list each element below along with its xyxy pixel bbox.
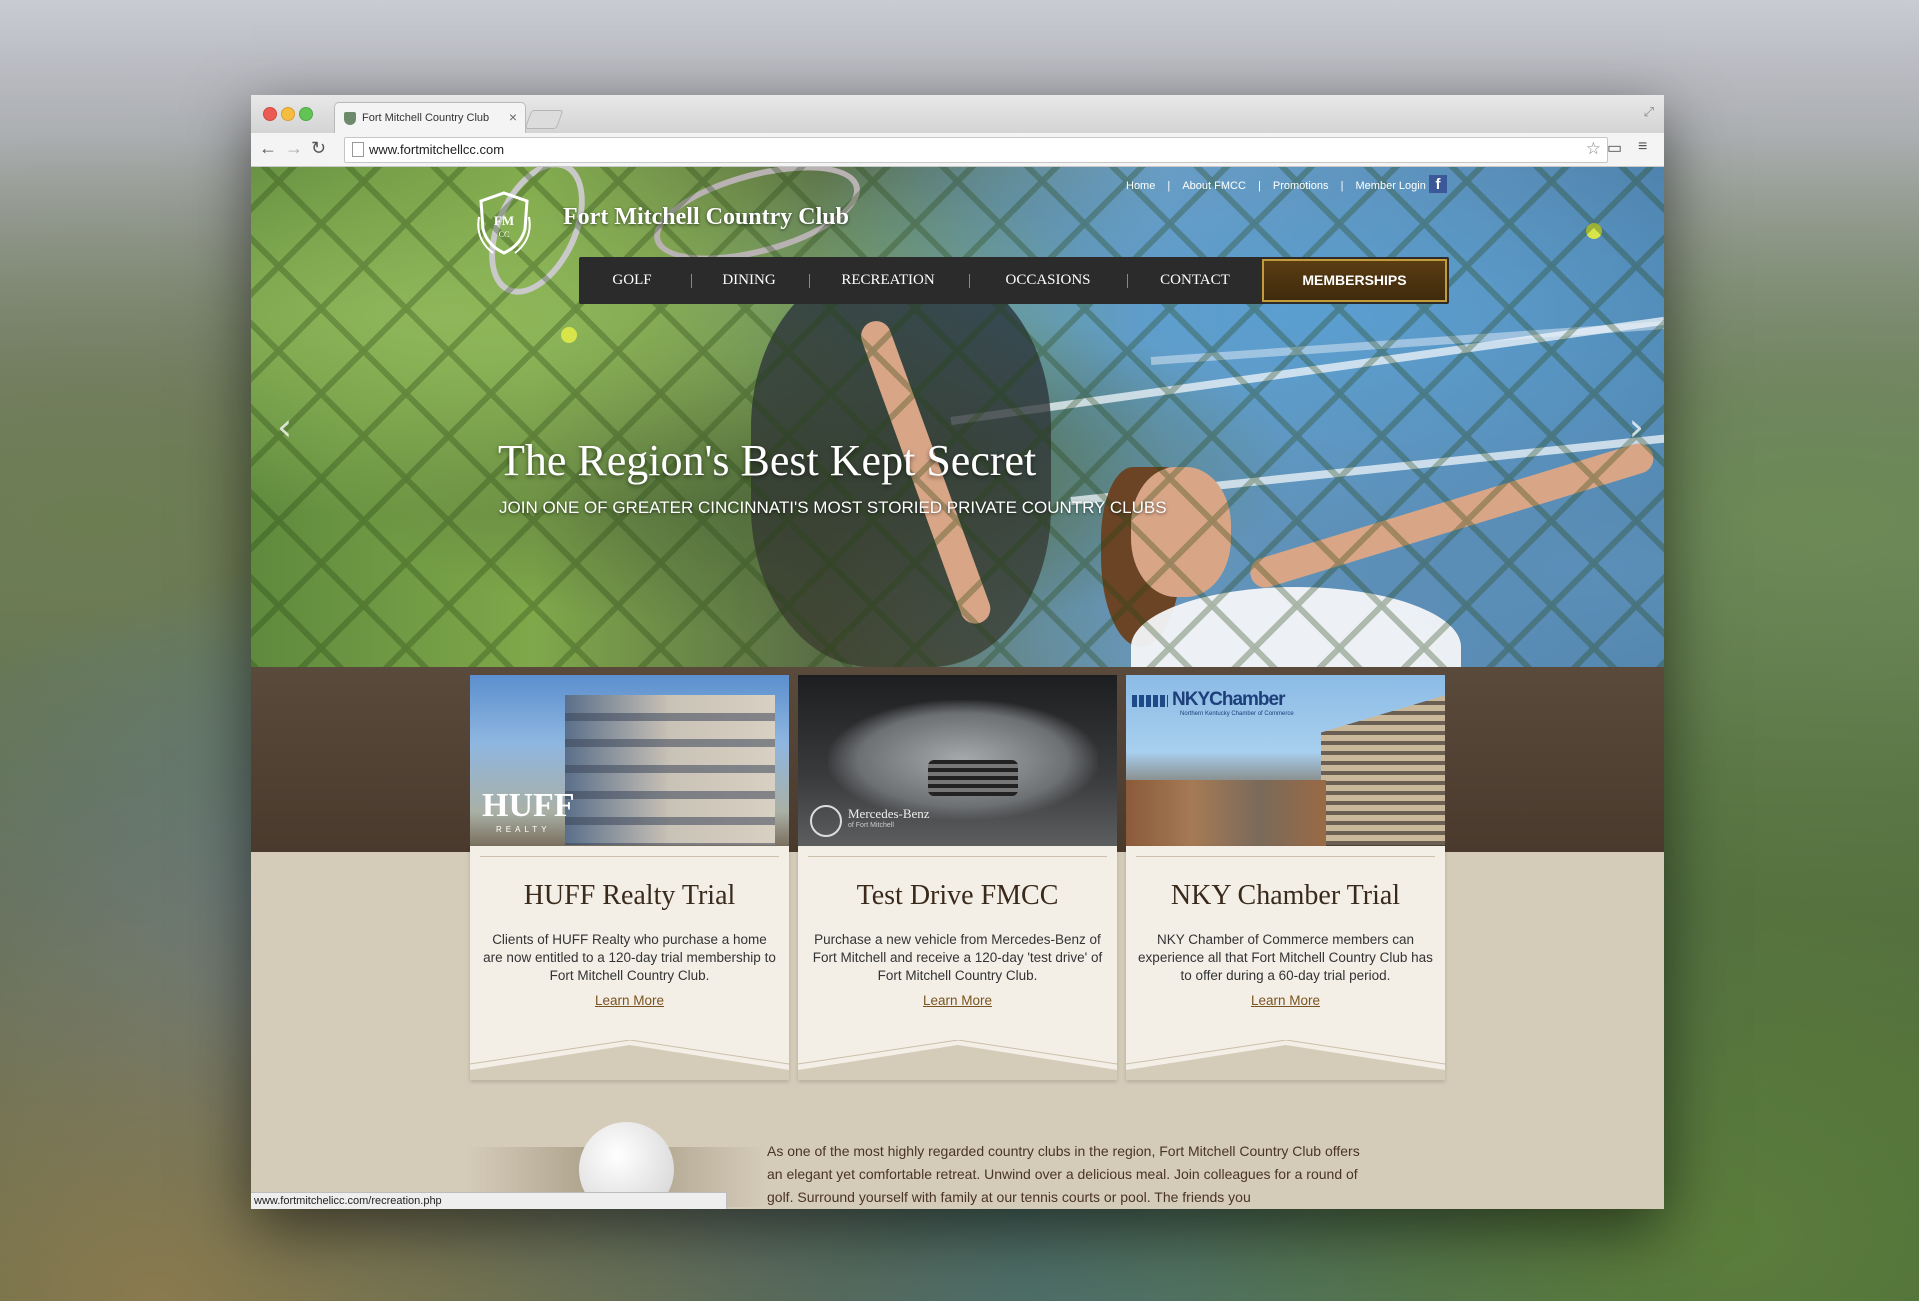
fullscreen-icon[interactable]: ⤢ [1644, 104, 1654, 120]
huff-logo-subtext: REALTY [496, 825, 551, 834]
about-paragraph: As one of the most highly regarded count… [767, 1143, 1360, 1205]
nav-divider [809, 274, 810, 288]
promo-title: Test Drive FMCC [856, 880, 1059, 911]
top-link-member-login[interactable]: Member Login [1356, 180, 1426, 192]
top-link-home[interactable]: Home [1126, 180, 1155, 192]
ribbon-notch [470, 1040, 789, 1080]
tab-title: Fort Mitchell Country Club [362, 112, 490, 124]
learn-more-link[interactable]: Learn More [798, 993, 1117, 1008]
promo-title: NKY Chamber Trial [1170, 880, 1401, 911]
chevron-right-icon[interactable]: › [1629, 405, 1644, 449]
forward-arrow-icon[interactable]: → [285, 138, 303, 159]
page-icon [352, 142, 364, 157]
site-name[interactable]: Fort Mitchell Country Club [563, 204, 849, 231]
chamber-logo-subtext: Northern Kentucky Chamber of Commerce [1180, 711, 1294, 717]
hero-banner: FM CC Fort Mitchell Country Club Home | … [251, 167, 1664, 667]
promo-description: Clients of HUFF Realty who purchase a ho… [483, 932, 776, 983]
minimize-window-button[interactable] [281, 107, 295, 121]
reload-icon[interactable]: ↻ [311, 138, 326, 159]
favicon-icon [344, 112, 356, 125]
top-link-promotions[interactable]: Promotions [1273, 180, 1329, 192]
fence-overlay [251, 167, 1664, 667]
separator: | [1167, 180, 1171, 192]
crest-icon[interactable]: FM CC [475, 187, 533, 259]
star-icon[interactable]: ☆ [1586, 139, 1601, 159]
nav-divider [1127, 274, 1128, 288]
hero-subline: JOIN ONE OF GREATER CINCINNATI'S MOST ST… [499, 498, 1167, 517]
promo-card-nky: NKYChamber Northern Kentucky Chamber of … [1126, 675, 1445, 1080]
facebook-icon[interactable]: f [1429, 175, 1447, 193]
divider [480, 856, 779, 857]
main-nav: GOLF DINING RECREATION OCCASIONS CONTACT… [579, 257, 1449, 304]
nav-divider [969, 274, 970, 288]
chamber-logo-text: NKYChamber [1172, 689, 1285, 710]
close-window-button[interactable] [263, 107, 277, 121]
tab-fort-mitchell[interactable]: Fort Mitchell Country Club × [334, 102, 526, 134]
promo-card-body: HUFF Realty Trial Clients of HUFF Realty… [470, 846, 789, 1080]
nav-golf[interactable]: GOLF [579, 257, 685, 304]
car-grille [928, 760, 1018, 796]
promo-description: NKY Chamber of Commerce members can expe… [1138, 932, 1433, 983]
tab-strip: Fort Mitchell Country Club × ⤢ [251, 95, 1664, 134]
nav-dining[interactable]: DINING [695, 257, 803, 304]
ribbon-notch [1126, 1040, 1445, 1080]
separator: | [1340, 180, 1344, 192]
nav-recreation[interactable]: RECREATION [813, 257, 963, 304]
ribbon-notch [798, 1040, 1117, 1080]
divider [808, 856, 1107, 857]
tab-close-icon[interactable]: × [509, 109, 517, 125]
promo-card-mercedes: Mercedes-Benz of Fort Mitchell Test Driv… [798, 675, 1117, 1080]
status-bar: www.fortmitchelicc.com/recreation.php [251, 1192, 727, 1209]
nky-image[interactable]: NKYChamber Northern Kentucky Chamber of … [1126, 675, 1445, 846]
page-viewport: FM CC Fort Mitchell Country Club Home | … [251, 167, 1664, 1209]
huff-image[interactable]: HUFF REALTY [470, 675, 789, 846]
mercedes-star-icon [810, 805, 842, 837]
huff-logo-text: HUFF [482, 787, 575, 824]
learn-more-link[interactable]: Learn More [470, 993, 789, 1008]
divider [1136, 856, 1435, 857]
tower [1321, 695, 1445, 845]
nav-divider [691, 274, 692, 288]
top-links: Home | About FMCC | Promotions | Member … [1126, 180, 1426, 192]
city-buildings [1126, 780, 1326, 846]
mercedes-logo-text: Mercedes-Benz [848, 806, 930, 821]
address-bar[interactable]: www.fortmitchellcc.com ☆ [344, 137, 1608, 163]
promo-card-body: NKY Chamber Trial NKY Chamber of Commerc… [1126, 846, 1445, 1080]
nav-memberships-button[interactable]: MEMBERSHIPS [1262, 259, 1447, 302]
promo-description: Purchase a new vehicle from Mercedes-Ben… [812, 932, 1103, 983]
mercedes-image[interactable]: Mercedes-Benz of Fort Mitchell [798, 675, 1117, 846]
new-tab-button[interactable] [524, 110, 564, 129]
building-windows [565, 695, 775, 845]
hero-headline: The Region's Best Kept Secret [498, 436, 1037, 485]
learn-more-link[interactable]: Learn More [1126, 993, 1445, 1008]
mercedes-logo-subtext: of Fort Mitchell [848, 822, 894, 829]
chevron-left-icon[interactable]: ‹ [277, 405, 292, 449]
back-arrow-icon[interactable]: ← [259, 138, 277, 159]
separator: | [1257, 180, 1261, 192]
zoom-window-button[interactable] [299, 107, 313, 121]
nav-contact[interactable]: CONTACT [1131, 257, 1259, 304]
promo-card-body: Test Drive FMCC Purchase a new vehicle f… [798, 846, 1117, 1080]
browser-window: Fort Mitchell Country Club × ⤢ ← → ↻ www… [251, 95, 1664, 1209]
promo-title: HUFF Realty Trial [523, 880, 736, 911]
menu-icon[interactable]: ≡ [1638, 138, 1647, 156]
browser-toolbar: ← → ↻ www.fortmitchellcc.com ☆ ▭ ≡ [251, 133, 1664, 167]
url-text: www.fortmitchellcc.com [369, 142, 505, 157]
chamber-logo-mark [1132, 695, 1168, 707]
promo-card-huff: HUFF REALTY HUFF Realty Trial Clients of… [470, 675, 789, 1080]
top-link-about[interactable]: About FMCC [1182, 180, 1246, 192]
nav-occasions[interactable]: OCCASIONS [973, 257, 1123, 304]
svg-text:FM: FM [494, 213, 514, 228]
svg-text:CC: CC [499, 230, 510, 239]
cast-icon[interactable]: ▭ [1607, 138, 1622, 158]
